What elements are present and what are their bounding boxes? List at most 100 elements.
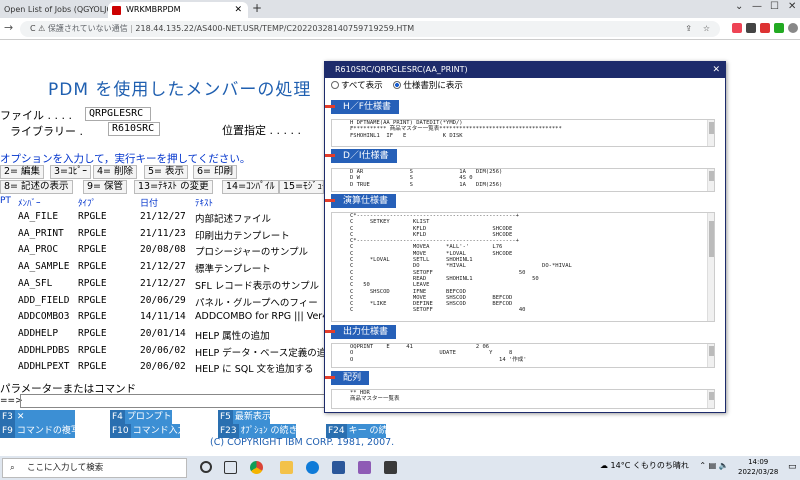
scrollbar-thumb[interactable] [709, 221, 714, 257]
table-row[interactable]: ADDCOMBO3 RPGLE 14/11/14 ADDCOMBO for RPG |… [0, 311, 331, 325]
taskbar-search-input[interactable]: ⌕ ここに入力して検索 [2, 458, 187, 478]
f24-more-keys-button[interactable]: F24 キー の続き [326, 424, 397, 438]
member-name: ADDHELP [18, 328, 59, 339]
option-display[interactable]: 5= 表示 [144, 165, 189, 179]
extension-icon[interactable] [732, 23, 742, 33]
f23-more-options-button[interactable]: F23 ｵﾌﾟｼｮﾝ の続き [218, 424, 298, 438]
table-row[interactable]: AA_SFL RPGLE 21/12/27 SFL レコード表示のサンプル [0, 278, 330, 292]
table-row[interactable]: ADDHLPDBS RPGLE 20/06/02 HELP データ・ベース定義の追 [0, 345, 330, 359]
minimize-icon[interactable]: — [752, 1, 762, 12]
code-box-hf-spec[interactable]: H DFTNAME(AA_PRINT) DATEDIT(*YMD/) F****… [331, 119, 715, 147]
option-edit[interactable]: 2= 編集 [0, 165, 45, 179]
member-date: 21/12/27 [140, 261, 186, 272]
extension-icon[interactable] [760, 23, 770, 33]
table-row[interactable]: AA_FILE RPGLE 21/12/27 内部記述ファイル [0, 211, 330, 225]
scrollbar[interactable] [707, 120, 714, 146]
library-field[interactable]: R610SRC [108, 122, 160, 136]
scrollbar[interactable] [707, 169, 714, 191]
f4-prompt-button[interactable]: F4 プロンプト [110, 410, 172, 424]
table-row[interactable]: ADDHELP RPGLE 20/01/14 HELP 属性の追加 [0, 328, 330, 342]
profile-avatar[interactable] [788, 23, 798, 33]
fkey-label: キー の続き [348, 426, 397, 436]
table-row[interactable]: ADDHLPEXT RPGLE 20/06/02 HELP に SQL 文を追加する [0, 361, 330, 375]
f3-exit-button[interactable]: F3 ✕ [0, 410, 75, 424]
search-placeholder: ここに入力して検索 [27, 463, 104, 473]
scrollbar-thumb[interactable] [709, 346, 714, 356]
table-row[interactable]: AA_PROC RPGLE 20/08/08 プロシージャーのサンプル [0, 244, 330, 258]
close-window-icon[interactable]: ✕ [788, 1, 796, 12]
weather-text[interactable]: 14°C くもりのち晴れ [611, 461, 689, 470]
f9-retrieve-button[interactable]: F9 コマンドの複写 [0, 424, 80, 438]
bookmark-star-icon[interactable]: ☆ [703, 21, 710, 37]
f10-command-entry-button[interactable]: F10 コマンド入力 [110, 424, 187, 438]
store-icon[interactable] [332, 461, 345, 474]
code-box-array[interactable]: ** HDR 商品マスター一覧表 [331, 389, 715, 409]
file-field[interactable]: QRPGLESRC [85, 107, 151, 121]
option-module[interactable]: 15=ﾓｼﾞｭｰﾙ [279, 180, 324, 194]
section-header-output-spec: 出力仕様書 [324, 325, 397, 339]
radio-label: 仕様書別に表示 [403, 81, 463, 91]
option-change-text[interactable]: 13=ﾃｷｽﾄ の変更 [134, 180, 213, 194]
reload-icon[interactable]: C [30, 24, 36, 33]
option-delete[interactable]: 4= 削除 [93, 165, 138, 179]
scrollbar[interactable] [707, 213, 714, 321]
close-icon[interactable]: ✕ [712, 62, 720, 78]
app-icon[interactable] [358, 461, 371, 474]
chevron-down-icon[interactable]: ⌄ [735, 1, 743, 12]
scrollbar-thumb[interactable] [709, 171, 714, 181]
table-row[interactable]: AA_PRINT RPGLE 21/11/23 印刷出力テンプレート [0, 228, 330, 242]
member-type: RPGLE [78, 311, 107, 322]
code-box-output-spec[interactable]: OQPRINT E 41 2 06 O UDATE Y 8 O 14 '作成' [331, 343, 715, 368]
instructions: オプションを入力して，実行キーを押してください。 [0, 153, 251, 165]
radio-show-by-spec[interactable]: 仕様書別に表示 [393, 81, 463, 91]
scrollbar[interactable] [707, 344, 714, 367]
table-row[interactable]: ADD_FIELD RPGLE 20/06/29 パネル・グループへのフィー [0, 295, 330, 309]
notification-icon[interactable]: ▭ [788, 462, 797, 472]
code-box-di-spec[interactable]: D AR S 1A DIM(256) D W S 4S 0 D TRUE S 1… [331, 168, 715, 192]
share-icon[interactable]: ⇪ [685, 21, 692, 37]
scrollbar-thumb[interactable] [709, 392, 714, 400]
fkey-label: プロンプト [126, 412, 172, 422]
scrollbar[interactable] [707, 390, 714, 408]
volume-icon[interactable]: 🔈 [719, 461, 729, 470]
member-type: RPGLE [78, 278, 107, 289]
table-row[interactable]: AA_SAMPLE RPGLE 21/12/27 標準テンプレート [0, 261, 330, 275]
section-header-hf-spec: H／F仕様書 [325, 100, 399, 114]
forward-icon[interactable]: → [4, 21, 13, 34]
code-text: D AR S 1A DIM(256) D W S 4S 0 D TRUE S 1… [350, 169, 503, 188]
command-input[interactable] [20, 394, 330, 408]
close-tab-icon[interactable]: ✕ [234, 2, 242, 18]
option-copy[interactable]: 3=ｺﾋﾟｰ [50, 165, 92, 179]
file-explorer-icon[interactable] [280, 461, 293, 474]
task-view-icon[interactable] [224, 461, 237, 474]
scrollbar-thumb[interactable] [709, 122, 714, 134]
new-tab-icon[interactable]: + [252, 1, 262, 15]
radio-show-all[interactable]: すべて表示 [331, 81, 383, 91]
option-compile[interactable]: 14=ｺﾝﾊﾟｲﾙ [222, 180, 279, 194]
maximize-icon[interactable]: ☐ [770, 1, 779, 12]
member-name: ADD_FIELD [18, 295, 70, 306]
member-date: 21/12/27 [140, 278, 186, 289]
clock[interactable]: 14:09 2022/03/28 [738, 457, 778, 477]
f5-refresh-button[interactable]: F5 最新表示 [218, 410, 271, 424]
network-icon[interactable]: ▤ [709, 461, 717, 470]
option-display-description[interactable]: 8= 記述の表示 [0, 180, 73, 194]
code-box-calc-spec[interactable]: C*--------------------------------------… [331, 212, 715, 322]
column-header-option: PT [0, 196, 11, 206]
weather-icon: ☁ [600, 461, 608, 470]
fkey-code: F23 [218, 424, 239, 438]
tab-open-list-of-jobs[interactable]: Open List of Jobs (QGYOLJOB) API [0, 2, 108, 18]
app-icon[interactable] [384, 461, 397, 474]
system-tray: ☁ 14°C くもりのち晴れ ⌃ ▤ 🔈 [600, 460, 729, 471]
extension-icon[interactable] [774, 23, 784, 33]
address-bar: → C ⚠ 保護されていない通信 | 218.44.135.22/AS400-N… [0, 18, 800, 40]
tray-chevron-icon[interactable]: ⌃ [699, 461, 706, 470]
tab-wrkmbrpdm[interactable]: WRKMBRPDM ✕ [108, 2, 248, 18]
edge-icon[interactable] [306, 461, 319, 474]
cortana-icon[interactable] [200, 461, 212, 473]
chrome-icon[interactable] [250, 461, 263, 474]
option-save[interactable]: 9= 保管 [83, 180, 128, 194]
url-input[interactable]: C ⚠ 保護されていない通信 | 218.44.135.22/AS400-NET… [20, 21, 720, 37]
print-extension-icon[interactable] [746, 23, 756, 33]
option-print[interactable]: 6= 印刷 [193, 165, 238, 179]
